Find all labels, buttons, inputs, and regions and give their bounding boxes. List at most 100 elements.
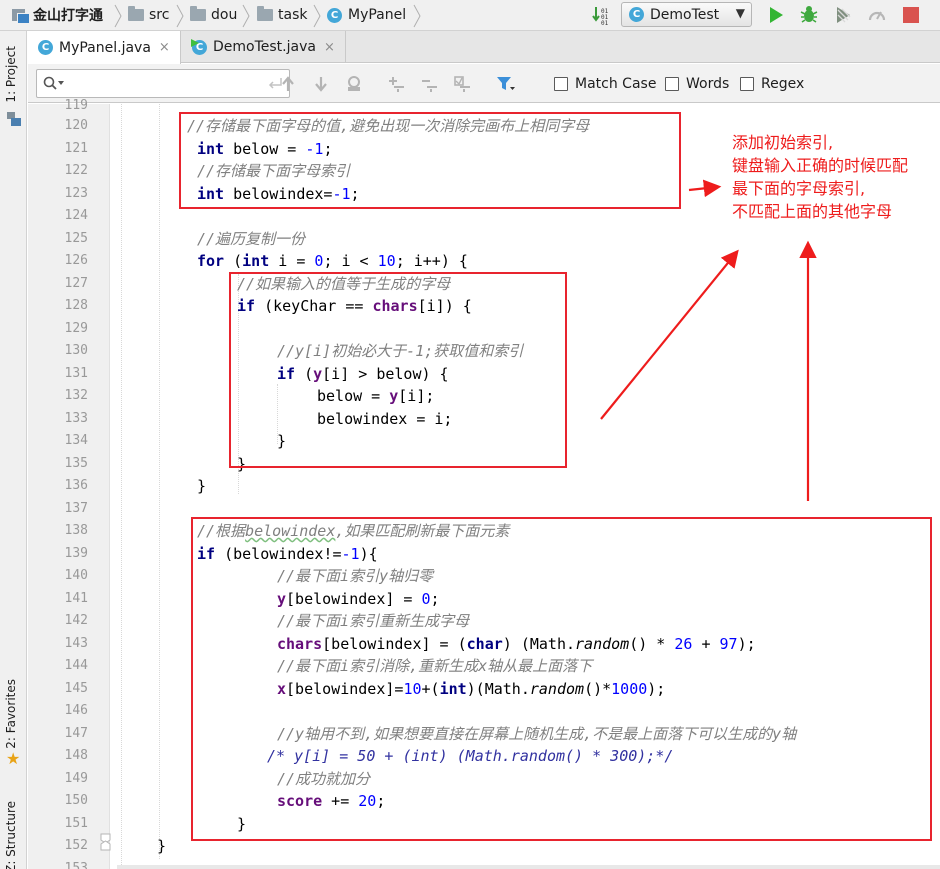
code-line-120: //存储最下面字母的值,避免出现一次消除完画布上相同字母 <box>187 115 589 137</box>
code-line-143: chars[belowindex] = (char) (Math.random(… <box>277 633 756 655</box>
breadcrumb-dou[interactable]: dou <box>190 5 237 25</box>
code-line-131: if (y[i] > below) { <box>277 363 449 385</box>
checkbox-label: Words <box>686 76 730 92</box>
find-usages-icon[interactable] <box>344 74 364 94</box>
stop-icon[interactable] <box>901 5 921 25</box>
match-case-checkbox[interactable]: Match Case <box>554 76 656 92</box>
code-text: [i]; <box>398 387 435 405</box>
checkbox-box[interactable] <box>665 77 679 91</box>
line-number: 142 <box>64 613 88 628</box>
line-number: 133 <box>64 411 88 426</box>
line-number: 152 <box>64 838 88 853</box>
breadcrumb-task[interactable]: task <box>257 5 307 25</box>
indent-guide <box>159 104 160 859</box>
module-icon <box>12 8 30 24</box>
code-text: ; <box>430 590 440 608</box>
navigation-bar: 金山打字通 src dou task C MyPanel 01 01 01 C De… <box>0 0 940 31</box>
chevron-down-icon: ▼ <box>735 6 745 20</box>
search-icon[interactable] <box>43 76 65 92</box>
close-icon[interactable]: × <box>159 40 170 55</box>
code-text: ; i++) { <box>395 252 468 270</box>
code-line-136: } <box>197 475 206 497</box>
filter-icon[interactable] <box>496 74 516 94</box>
code-text: } <box>277 432 287 450</box>
profile-icon[interactable] <box>867 5 887 25</box>
arrow-down-icon[interactable] <box>311 74 331 94</box>
keyword: for <box>197 252 225 270</box>
code-text: [belowindex] = <box>286 590 422 608</box>
line-number: 119 <box>64 98 88 113</box>
checkbox-box[interactable] <box>740 77 754 91</box>
line-number: 125 <box>64 231 88 246</box>
code-text: (keyChar == <box>255 297 373 315</box>
select-all-occurrences-icon[interactable] <box>452 74 472 94</box>
search-field[interactable] <box>36 69 290 98</box>
tab-demotest[interactable]: C DemoTest.java × <box>182 31 346 63</box>
coverage-icon[interactable] <box>833 5 853 25</box>
words-checkbox[interactable]: Words <box>665 76 729 92</box>
keyword: if <box>237 297 256 315</box>
code-line-133: belowindex = i; <box>317 408 452 430</box>
arrow-up-icon[interactable] <box>278 74 298 94</box>
method-call: random <box>575 635 630 653</box>
class-icon: C <box>327 7 342 23</box>
run-configuration-select[interactable]: C DemoTest ▼ <box>621 2 752 27</box>
structure-view-icon[interactable] <box>6 111 22 127</box>
favorites-tool-tab[interactable]: 2: Favorites <box>4 679 18 749</box>
close-icon[interactable]: × <box>324 40 335 55</box>
breadcrumb-project[interactable]: 金山打字通 <box>12 5 103 25</box>
line-number-gutter: 119 120 121 122 123 124 125 126 127 128 … <box>28 98 111 869</box>
line-number: 138 <box>64 523 88 538</box>
line-number: 139 <box>64 546 88 561</box>
line-number: 135 <box>64 456 88 471</box>
breadcrumb-src[interactable]: src <box>128 5 169 25</box>
horizontal-scrollbar[interactable] <box>117 865 940 869</box>
field: y <box>277 590 287 608</box>
method-call: random <box>529 680 585 698</box>
comment: //根据 <box>197 522 246 540</box>
annotation-text: 添加初始索引, 键盘输入正确的时候匹配 最下面的字母索引, 不匹配上面的其他字母 <box>732 131 940 223</box>
find-toolbar: Match Case Words Regex <box>28 64 940 103</box>
line-number: 126 <box>64 253 88 268</box>
field: score <box>277 792 323 810</box>
regex-checkbox[interactable]: Regex <box>740 76 804 92</box>
code-line-142: //最下面i索引重新生成字母 <box>277 610 469 632</box>
code-line-130: //y[i]初始必大于-1;获取值和索引 <box>277 340 523 362</box>
structure-tool-tab[interactable]: Z: Structure <box>4 801 18 869</box>
fold-marker-icon[interactable] <box>100 840 111 851</box>
code-text: )(Math. <box>466 680 530 698</box>
code-text: } <box>197 477 207 495</box>
annotation-line: 添加初始索引, <box>732 133 834 152</box>
breadcrumb-label: task <box>278 7 308 23</box>
vcs-update-icon[interactable]: 01 01 01 <box>592 5 612 25</box>
line-number: 131 <box>64 366 88 381</box>
code-line-152: } <box>157 835 166 857</box>
line-number: 130 <box>64 343 88 358</box>
number: 1000 <box>611 680 648 698</box>
search-input[interactable] <box>67 72 257 94</box>
number: 20 <box>358 792 377 810</box>
code-text: ; i < <box>323 252 378 270</box>
project-tool-tab[interactable]: 1: Project <box>4 46 18 103</box>
tab-mypanel[interactable]: C MyPanel.java × <box>28 31 181 64</box>
remove-occurrence-icon[interactable] <box>419 74 439 94</box>
run-icon[interactable] <box>766 5 786 25</box>
add-occurrence-icon[interactable] <box>386 74 406 94</box>
code-text: (belowindex!= <box>215 545 342 563</box>
comment: //最下面i索引y轴归零 <box>277 567 434 585</box>
line-number: 137 <box>64 501 88 516</box>
breadcrumb-label: src <box>149 7 170 23</box>
keyword: int <box>197 140 225 158</box>
breadcrumb-mypanel[interactable]: C MyPanel <box>327 5 406 25</box>
keyword: if <box>197 545 216 563</box>
number: 0 <box>421 590 431 608</box>
code-text: +( <box>421 680 440 698</box>
folder-icon <box>128 6 144 21</box>
number: 10 <box>403 680 422 698</box>
line-number: 121 <box>64 141 88 156</box>
code-line-147: //y轴用不到,如果想要直接在屏幕上随机生成,不是最上面落下可以生成的y轴 <box>277 723 796 745</box>
breadcrumb-separator-icon <box>242 4 250 28</box>
debug-icon[interactable] <box>799 5 819 25</box>
checkbox-box[interactable] <box>554 77 568 91</box>
line-number: 128 <box>64 298 88 313</box>
